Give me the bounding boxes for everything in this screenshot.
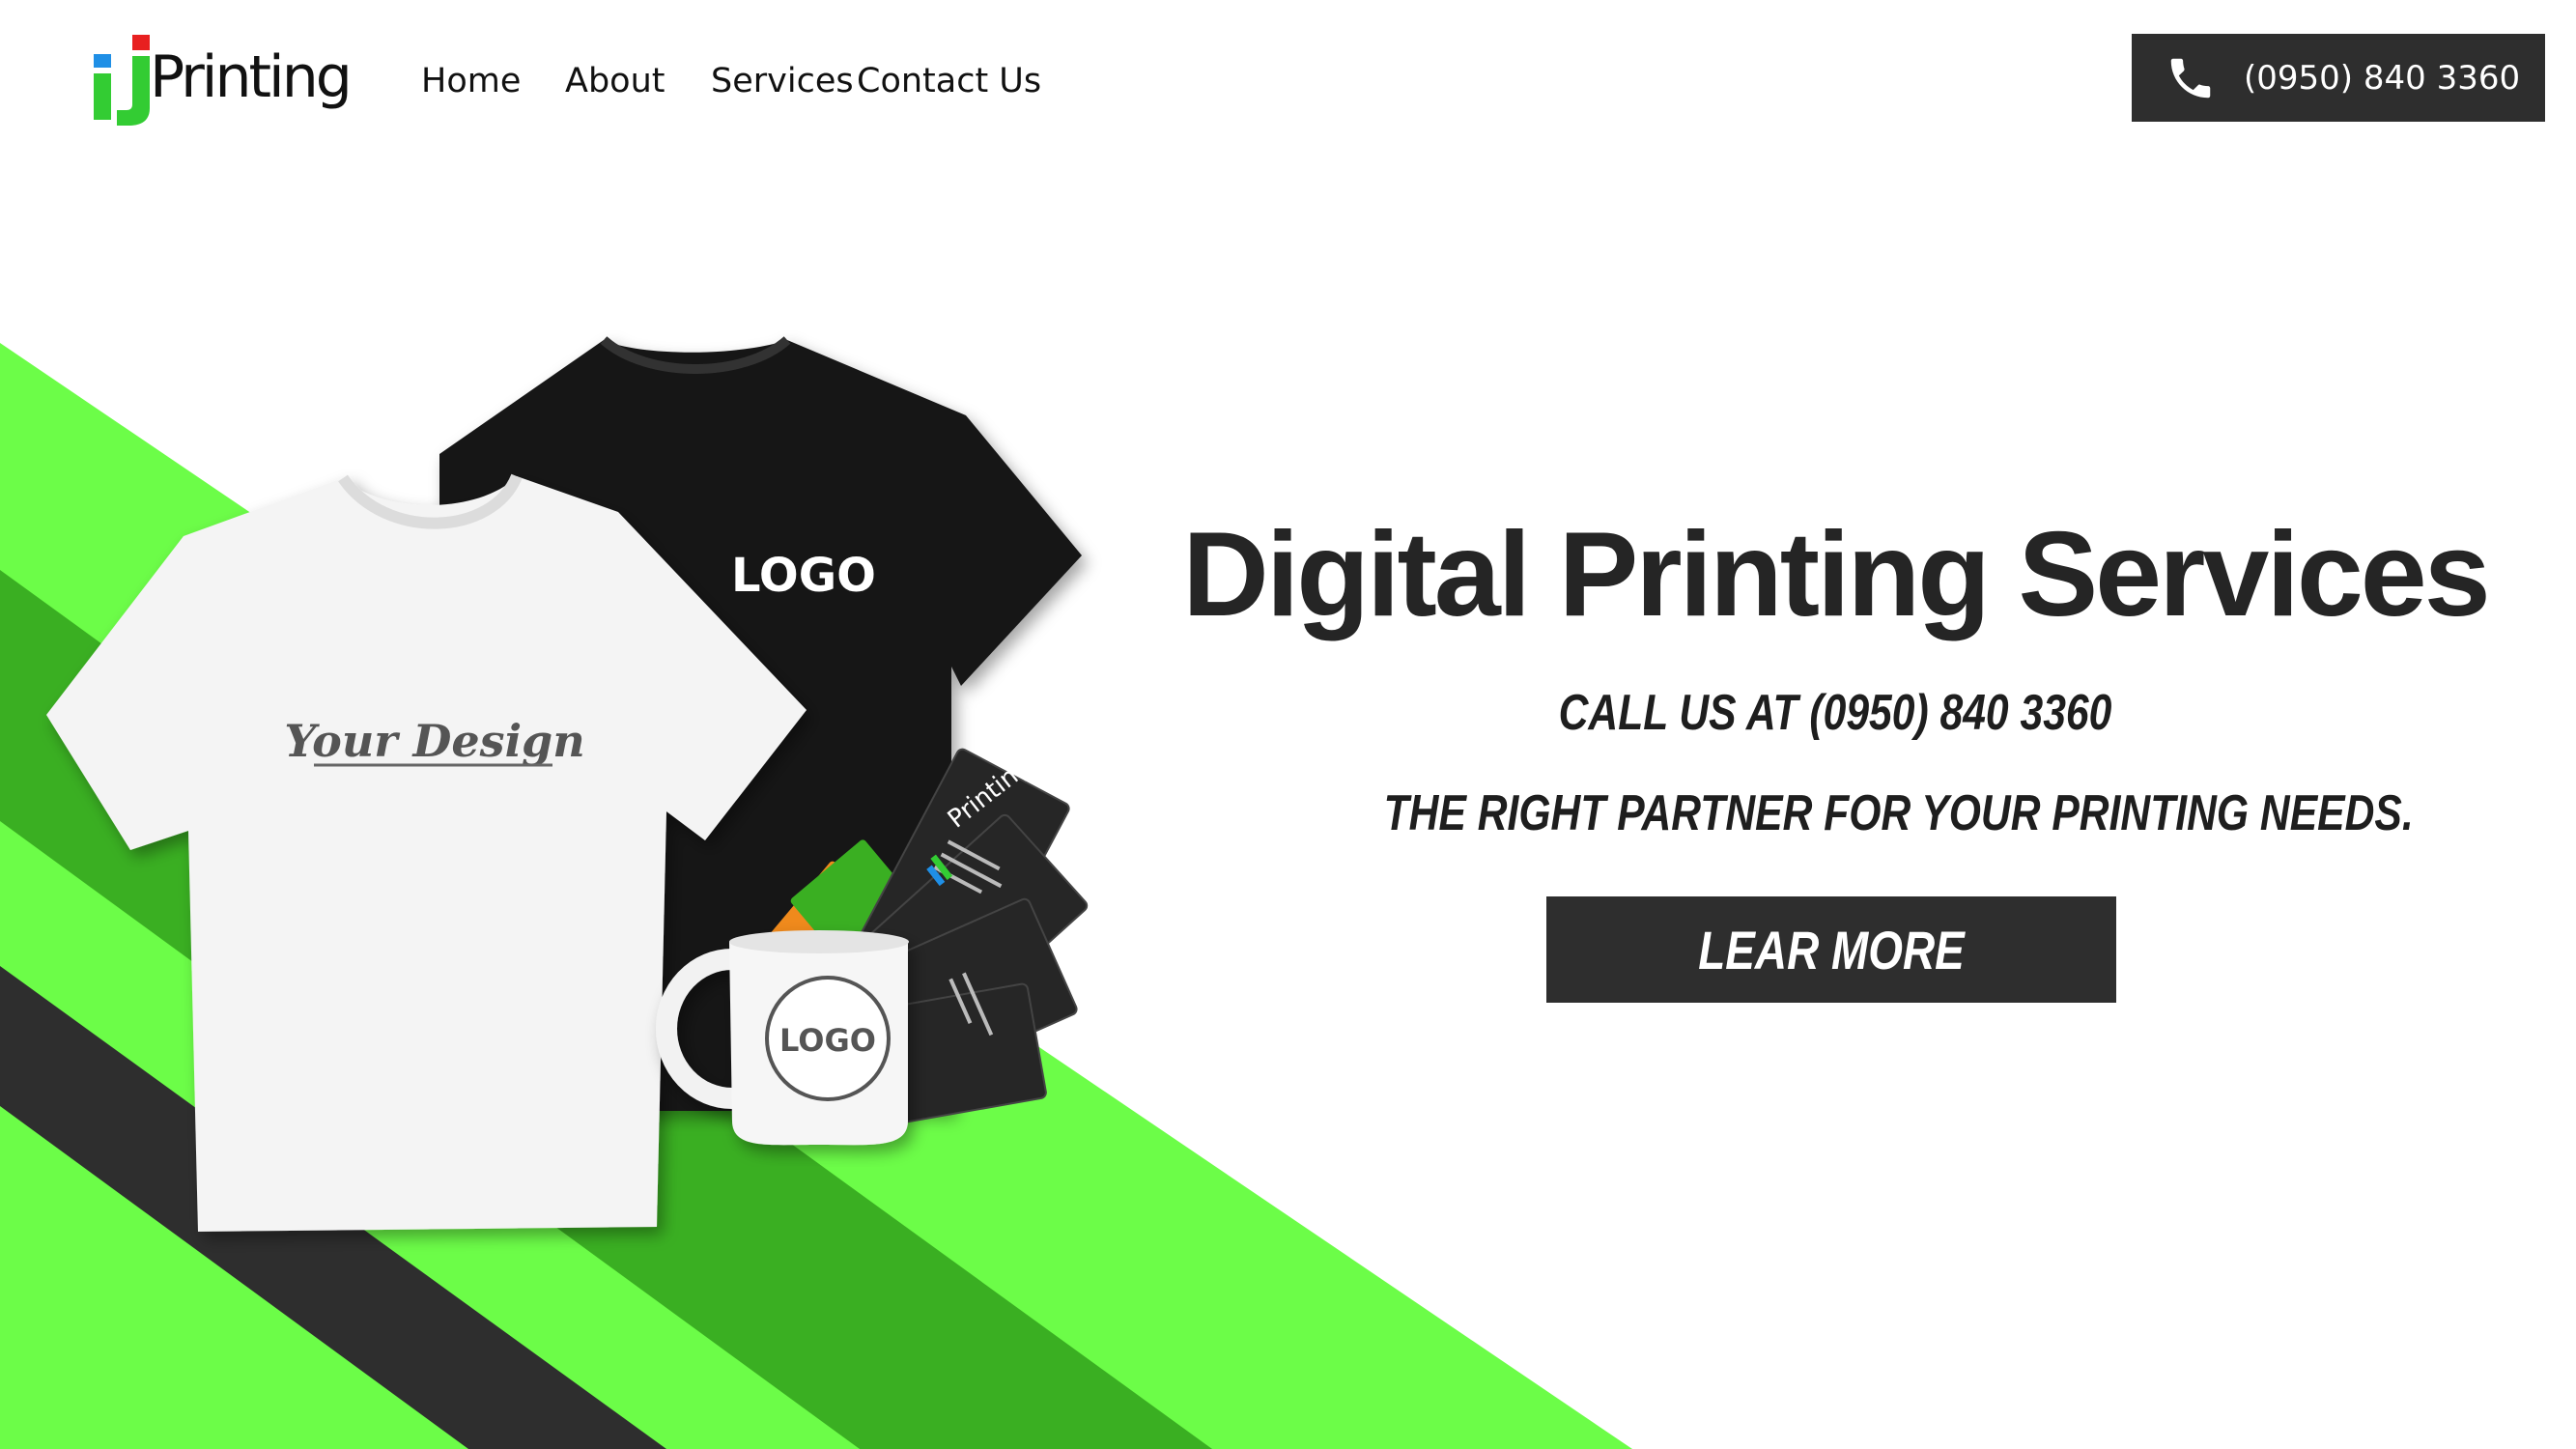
- mug-logo-text: LOGO: [779, 1022, 876, 1059]
- hero-call-line: CALL US AT (0950) 840 3360: [1558, 685, 2112, 741]
- nav-contact-us[interactable]: Contact Us: [857, 54, 1041, 108]
- brand-logo[interactable]: iJ Printing: [92, 33, 353, 126]
- hero-title: Digital Printing Services: [1182, 508, 2490, 641]
- phone-call-button[interactable]: (0950) 840 3360: [2132, 34, 2545, 122]
- nav-home[interactable]: Home: [421, 54, 521, 108]
- nav-services[interactable]: Services: [711, 54, 854, 108]
- phone-number: (0950) 840 3360: [2244, 58, 2521, 98]
- nav-about[interactable]: About: [565, 54, 665, 108]
- learn-more-button[interactable]: LEAR MORE: [1546, 896, 2116, 1003]
- logo-word: Printing: [150, 43, 353, 111]
- white-shirt-design-text: Your Design: [284, 715, 584, 767]
- hero-tagline: THE RIGHT PARTNER FOR YOUR PRINTING NEED…: [1383, 785, 2414, 841]
- phone-icon: [2170, 58, 2211, 98]
- learn-more-label: LEAR MORE: [1698, 919, 1965, 980]
- black-shirt-logo-text: LOGO: [731, 549, 876, 603]
- logo-mark-icon: iJ: [94, 35, 150, 126]
